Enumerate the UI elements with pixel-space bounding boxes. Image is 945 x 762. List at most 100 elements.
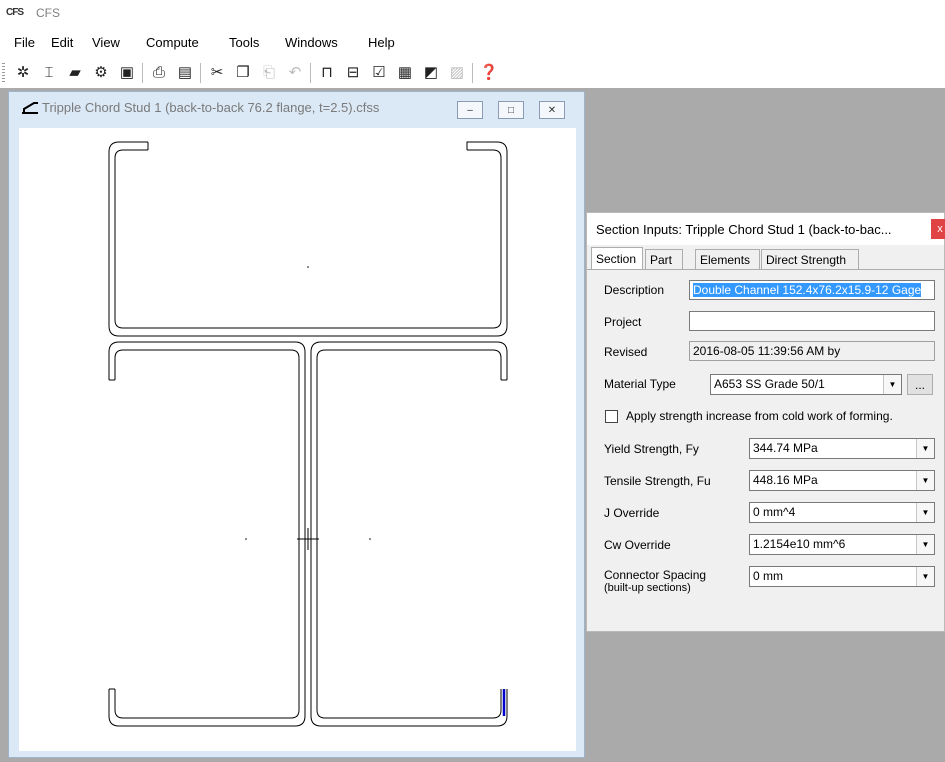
graph-icon[interactable]: ◩ bbox=[420, 61, 442, 83]
chevron-down-icon: ▼ bbox=[916, 567, 934, 586]
shear-center-dot-right bbox=[369, 538, 371, 540]
close-button[interactable]: ✕ bbox=[539, 101, 565, 119]
tab-elements[interactable]: Elements bbox=[695, 249, 760, 269]
section-drawing bbox=[108, 141, 508, 727]
tab-label: Elements bbox=[700, 252, 751, 267]
tensile-strength-value: 448.16 MPa bbox=[753, 473, 818, 487]
close-icon: ✕ bbox=[547, 104, 557, 116]
yield-strength-value: 344.74 MPa bbox=[753, 441, 818, 455]
apply-strength-checkbox[interactable] bbox=[605, 410, 618, 423]
revised-label: Revised bbox=[604, 345, 648, 359]
description-label: Description bbox=[604, 283, 665, 297]
right-channel-outer bbox=[310, 341, 508, 727]
toolbar-grip[interactable] bbox=[2, 63, 5, 83]
maximize-icon: □ bbox=[507, 104, 515, 116]
yield-strength-select[interactable]: 344.74 MPa ▼ bbox=[749, 438, 935, 459]
print-preview-icon[interactable]: ⎙ bbox=[148, 61, 170, 83]
j-override-select[interactable]: 0 mm^4 ▼ bbox=[749, 502, 935, 523]
menu-bar: File Edit View Compute Tools Windows Hel… bbox=[0, 28, 945, 56]
menu-windows[interactable]: Windows bbox=[285, 35, 338, 50]
save-icon[interactable]: ▣ bbox=[116, 61, 138, 83]
new-section-icon[interactable]: ⌶ bbox=[38, 61, 60, 83]
connector-spacing-sublabel: (built-up sections) bbox=[604, 582, 691, 594]
right-channel-inner bbox=[316, 349, 502, 719]
yield-strength-label: Yield Strength, Fy bbox=[604, 442, 699, 456]
toolbar-separator bbox=[310, 63, 311, 83]
print-icon[interactable]: ▤ bbox=[174, 61, 196, 83]
toolbar-separator bbox=[142, 63, 143, 83]
member-icon[interactable]: ⊟ bbox=[342, 61, 364, 83]
new-icon[interactable]: ✲ bbox=[12, 61, 34, 83]
section-document-window[interactable]: Tripple Chord Stud 1 (back-to-back 76.2 … bbox=[8, 91, 585, 758]
chart-icon[interactable]: ▨ bbox=[446, 61, 468, 83]
cut-icon[interactable]: ✂ bbox=[206, 61, 228, 83]
material-type-value: A653 SS Grade 50/1 bbox=[714, 377, 825, 391]
chevron-down-icon: ▼ bbox=[916, 503, 934, 522]
tab-label: Direct Strength bbox=[766, 252, 847, 267]
connector-spacing-select[interactable]: 0 mm ▼ bbox=[749, 566, 935, 587]
menu-edit[interactable]: Edit bbox=[51, 35, 73, 50]
top-channel-inner bbox=[114, 149, 502, 329]
tab-divider bbox=[587, 269, 944, 270]
menu-compute[interactable]: Compute bbox=[146, 35, 199, 50]
connector-spacing-label: Connector Spacing bbox=[604, 568, 707, 582]
menu-tools[interactable]: Tools bbox=[229, 35, 259, 50]
revised-field: 2016-08-05 11:39:56 AM by bbox=[689, 341, 935, 361]
check-icon[interactable]: ☑ bbox=[368, 61, 390, 83]
connector-spacing-value: 0 mm bbox=[753, 569, 783, 583]
menu-help[interactable]: Help bbox=[368, 35, 395, 50]
chevron-down-icon: ▼ bbox=[916, 439, 934, 458]
tensile-strength-label: Tensile Strength, Fu bbox=[604, 474, 711, 488]
maximize-button[interactable]: □ bbox=[498, 101, 524, 119]
open-icon[interactable]: ▰ bbox=[64, 61, 86, 83]
undo-icon[interactable]: ↶ bbox=[284, 61, 306, 83]
chevron-down-icon: ▼ bbox=[916, 535, 934, 554]
dialog-title: Section Inputs: Tripple Chord Stud 1 (ba… bbox=[596, 222, 892, 237]
menu-file[interactable]: File bbox=[14, 35, 35, 50]
cw-override-value: 1.2154e10 mm^6 bbox=[753, 537, 846, 551]
j-override-value: 0 mm^4 bbox=[753, 505, 796, 519]
section-inputs-dialog[interactable]: Section Inputs: Tripple Chord Stud 1 (ba… bbox=[586, 212, 945, 632]
toolbar-separator bbox=[472, 63, 473, 83]
dialog-close-button[interactable]: x bbox=[931, 219, 945, 239]
report-icon[interactable]: ▦ bbox=[394, 61, 416, 83]
shear-center-dot-left bbox=[245, 538, 247, 540]
material-type-label: Material Type bbox=[604, 377, 676, 391]
apply-strength-label: Apply strength increase from cold work o… bbox=[626, 409, 893, 423]
top-channel-outer bbox=[108, 141, 508, 337]
left-channel-inner bbox=[114, 349, 300, 719]
app-titlebar: CFS CFS bbox=[0, 0, 945, 26]
description-value: Double Channel 152.4x76.2x15.9-12 Gage bbox=[693, 283, 922, 297]
section-document-icon bbox=[22, 102, 38, 114]
minimize-icon: – bbox=[467, 104, 473, 116]
material-type-select[interactable]: A653 SS Grade 50/1 ▼ bbox=[710, 374, 902, 395]
section-canvas[interactable] bbox=[19, 128, 576, 751]
chevron-down-icon: ▼ bbox=[916, 471, 934, 490]
cw-override-select[interactable]: 1.2154e10 mm^6 ▼ bbox=[749, 534, 935, 555]
paste-icon[interactable]: ⎗ bbox=[258, 61, 280, 83]
project-field[interactable] bbox=[689, 311, 935, 331]
app-title: CFS bbox=[36, 6, 60, 20]
menu-view[interactable]: View bbox=[92, 35, 120, 50]
dialog-titlebar[interactable]: Section Inputs: Tripple Chord Stud 1 (ba… bbox=[587, 213, 944, 245]
tensile-strength-select[interactable]: 448.16 MPa ▼ bbox=[749, 470, 935, 491]
section-icon[interactable]: ⊓ bbox=[316, 61, 338, 83]
document-titlebar[interactable]: Tripple Chord Stud 1 (back-to-back 76.2 … bbox=[9, 92, 584, 124]
tab-direct-strength[interactable]: Direct Strength bbox=[761, 249, 859, 269]
document-title: Tripple Chord Stud 1 (back-to-back 76.2 … bbox=[42, 100, 380, 115]
project-label: Project bbox=[604, 315, 642, 329]
shear-center-dot-top bbox=[307, 266, 309, 268]
close-icon: x bbox=[937, 223, 943, 235]
minimize-button[interactable]: – bbox=[457, 101, 483, 119]
wizard-icon[interactable]: ⚙ bbox=[90, 61, 112, 83]
material-browse-button[interactable]: ... bbox=[907, 374, 933, 395]
toolbar-separator bbox=[200, 63, 201, 83]
tab-label: Part bbox=[650, 252, 673, 267]
help-icon[interactable]: ❓ bbox=[478, 61, 500, 83]
copy-icon[interactable]: ❐ bbox=[232, 61, 254, 83]
description-field[interactable]: Double Channel 152.4x76.2x15.9-12 Gage bbox=[689, 280, 935, 300]
cw-override-label: Cw Override bbox=[604, 538, 671, 552]
tab-part[interactable]: Part bbox=[645, 249, 683, 269]
tab-label: Section bbox=[596, 251, 637, 266]
tab-section[interactable]: Section bbox=[591, 247, 643, 269]
